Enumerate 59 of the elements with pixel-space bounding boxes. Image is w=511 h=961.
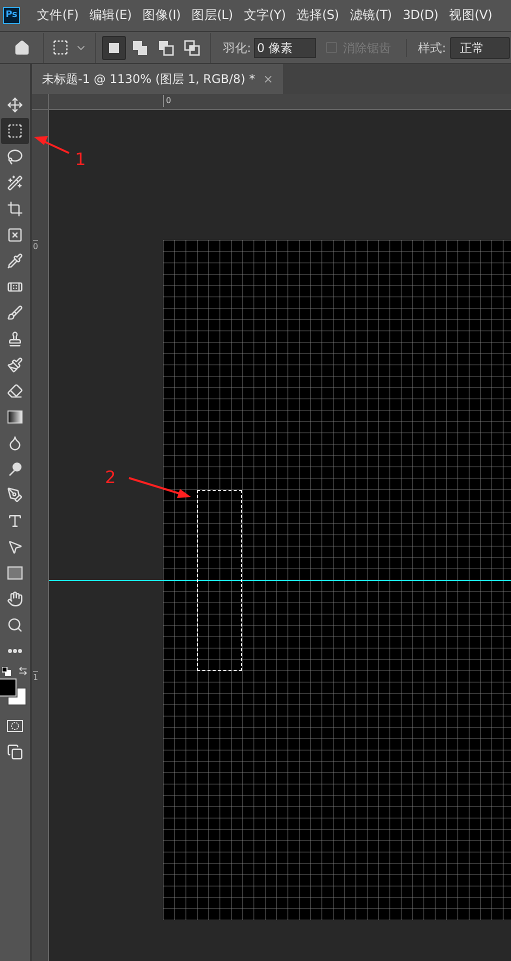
lasso-icon xyxy=(7,149,23,165)
style-label: 样式: xyxy=(406,38,446,56)
default-colors-icon xyxy=(2,666,11,676)
dashed-square-icon xyxy=(52,39,69,56)
eraser-icon xyxy=(7,383,23,399)
annotation-arrow xyxy=(127,476,193,500)
pen-icon xyxy=(7,487,23,503)
wand-icon xyxy=(7,175,23,191)
menu-item[interactable]: 图像(I) xyxy=(142,6,181,25)
ruler-label: 0 xyxy=(33,240,38,253)
style-select[interactable]: 正常 xyxy=(450,36,510,58)
background-color-swatch[interactable] xyxy=(8,688,26,706)
feather-label: 羽化: xyxy=(223,40,252,56)
crossed-frame-icon xyxy=(7,227,23,243)
eyedropper-icon xyxy=(7,253,23,269)
feather-field[interactable]: 0 像素 xyxy=(254,38,316,58)
stamp-icon xyxy=(7,331,23,347)
zoom-icon xyxy=(7,617,23,633)
foreground-color-swatch[interactable] xyxy=(0,678,16,696)
menu-item[interactable]: 图层(L) xyxy=(192,6,233,25)
annotation-arrow xyxy=(33,133,71,155)
annotation-number: 2 xyxy=(105,467,116,490)
screen-mode-icon xyxy=(7,744,23,760)
gradient-icon xyxy=(7,409,23,425)
tool-button[interactable] xyxy=(1,118,29,144)
menu-item[interactable]: 3D(D) xyxy=(402,6,438,25)
hand-icon xyxy=(7,591,23,607)
home-icon xyxy=(14,40,30,56)
quick-mask-icon xyxy=(7,720,23,732)
menu-item[interactable]: 视图(V) xyxy=(449,6,492,25)
ruler-label: 1 xyxy=(33,671,38,684)
move-icon xyxy=(7,97,23,113)
pointer-icon xyxy=(7,539,23,555)
more-icon xyxy=(8,649,22,653)
dodge-icon xyxy=(7,461,23,477)
menu-item[interactable]: 文件(F) xyxy=(37,6,78,25)
annotation-number: 1 xyxy=(75,149,86,172)
menu-item[interactable]: 滤镜(T) xyxy=(350,6,392,25)
document-tab-title: 未标题-1 @ 1130% (图层 1, RGB/8) * xyxy=(42,71,256,88)
crop-icon xyxy=(7,201,23,217)
app-logo: Ps xyxy=(3,7,20,24)
drop-icon xyxy=(7,435,23,451)
menu-item[interactable]: 编辑(E) xyxy=(89,6,132,25)
menu-item[interactable]: 选择(S) xyxy=(296,6,339,25)
swap-colors-icon xyxy=(18,666,28,676)
new-selection-icon xyxy=(107,40,121,54)
type-icon xyxy=(7,513,23,529)
selection-mode-button[interactable] xyxy=(102,36,126,60)
subtract-selection-icon xyxy=(158,40,174,56)
brush-icon xyxy=(7,305,23,321)
add-selection-icon xyxy=(132,40,148,56)
history-brush-icon xyxy=(7,357,23,373)
dashed-square-icon xyxy=(7,123,23,139)
intersect-selection-icon xyxy=(184,40,200,56)
rectangle-icon xyxy=(7,566,23,580)
close-tab-button[interactable]: × xyxy=(263,70,274,88)
document-tab[interactable]: 未标题-1 @ 1130% (图层 1, RGB/8) * × xyxy=(32,64,284,94)
menu-item[interactable]: 文字(Y) xyxy=(244,6,286,25)
ruler-label: 0 xyxy=(163,95,172,107)
